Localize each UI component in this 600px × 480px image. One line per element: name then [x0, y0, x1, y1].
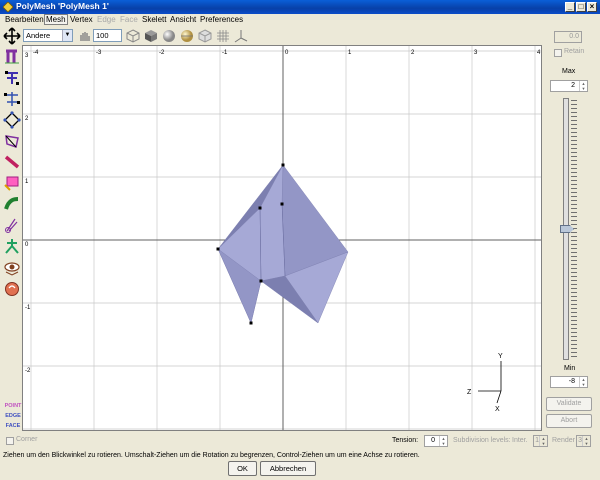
inter-spinner[interactable]: ▲ ▼ — [539, 436, 547, 446]
render-label: Render — [552, 437, 575, 444]
chevron-down-icon[interactable]: ▼ — [62, 30, 72, 41]
eraser-icon[interactable] — [3, 174, 21, 192]
axis-gizmo-label-z: Z — [467, 389, 472, 396]
smooth-sphere-icon[interactable] — [161, 28, 177, 44]
title-bar: PolyMesh 'PolyMesh 1' _ □ × — [0, 0, 600, 14]
axis-gizmo-label-y: Y — [498, 353, 503, 360]
mode-face[interactable]: FACE — [4, 423, 22, 429]
brush-icon[interactable] — [3, 216, 21, 234]
status-text: Ziehen um den Blickwinkel zu rotieren. U… — [3, 452, 420, 459]
menu-skelett[interactable]: Skelett — [142, 15, 166, 24]
retain-checkbox[interactable] — [554, 49, 562, 57]
x-tick-label: -2 — [159, 50, 165, 56]
mesh-viewport[interactable]: -4-3-2-1012343210-1-2-3YZX — [22, 45, 542, 431]
textured-sphere-icon[interactable] — [179, 28, 195, 44]
axis-gizmo-label-x: X — [495, 406, 500, 413]
mode-edge[interactable]: EDGE — [4, 413, 22, 419]
minimize-button[interactable]: _ — [565, 2, 575, 12]
y-tick-label: 1 — [25, 179, 29, 185]
max-spinner[interactable]: ▲ ▼ — [579, 81, 587, 91]
menu-preferences[interactable]: Preferences — [200, 15, 243, 24]
retain-label: Retain — [564, 48, 585, 55]
tension-value: 0 — [431, 437, 435, 444]
y-tick-label: 0 — [25, 242, 29, 248]
inter-field[interactable]: 1 ▲ ▼ — [533, 435, 548, 447]
tension-field[interactable]: 0 ▲ ▼ — [424, 435, 448, 447]
render-spinner[interactable]: ▲ ▼ — [582, 436, 590, 446]
menu-bearbeiten[interactable]: Bearbeiten — [5, 15, 44, 24]
camera-hand-icon[interactable] — [3, 279, 21, 297]
mesh-vertex — [249, 321, 253, 325]
y-tick-label: -1 — [25, 305, 31, 311]
scale-icon[interactable] — [3, 69, 21, 87]
zoom-field[interactable]: 100 — [93, 29, 122, 42]
transparent-cube-icon[interactable] — [197, 28, 213, 44]
min-value: -8 — [568, 378, 575, 385]
cancel-button[interactable]: Abbrechen — [260, 461, 316, 476]
menu-mesh[interactable]: Mesh — [44, 14, 68, 25]
pencil-icon[interactable] — [3, 153, 21, 171]
y-tick-label: -2 — [25, 368, 31, 374]
max-value: 2 — [571, 82, 575, 89]
window-title: PolyMesh 'PolyMesh 1' — [16, 1, 109, 11]
move-icon[interactable] — [3, 27, 21, 45]
skeleton-icon[interactable] — [3, 237, 21, 255]
maximize-button[interactable]: □ — [576, 2, 586, 12]
mesh-vertex — [259, 279, 263, 283]
bottom-options: Corner Tension: 0 ▲ ▼ Subdivision levels:… — [0, 434, 600, 450]
min-spinner[interactable]: ▲ ▼ — [579, 377, 587, 387]
menu-edge[interactable]: Edge — [97, 15, 116, 24]
paint-icon[interactable] — [3, 195, 21, 213]
subdivision-label: Subdivision levels: — [453, 437, 511, 444]
y-tick-label: 2 — [25, 116, 29, 122]
mesh-vertex — [280, 202, 284, 206]
inter-label: Inter. — [512, 437, 528, 444]
axes-icon[interactable] — [233, 28, 249, 44]
x-tick-label: -3 — [96, 50, 102, 56]
max-label: Max — [562, 68, 576, 75]
view-select-value: Andere — [26, 31, 51, 40]
view-select[interactable]: Andere ▼ — [23, 29, 73, 42]
axis-gizmo — [478, 361, 502, 404]
bevel-icon[interactable] — [3, 48, 21, 66]
min-label: Min — [564, 365, 576, 372]
menu-vertex[interactable]: Vertex — [70, 15, 93, 24]
corner-label: Corner — [16, 436, 38, 443]
validate-button[interactable]: Validate — [546, 397, 592, 411]
menu-ansicht[interactable]: Ansicht — [170, 15, 196, 24]
corner-checkbox[interactable] — [6, 437, 14, 445]
skew-icon[interactable] — [3, 111, 21, 129]
value-field: 0.0 — [554, 31, 582, 43]
move-view-icon[interactable] — [77, 28, 93, 44]
mode-point[interactable]: POINT — [4, 403, 22, 409]
y-tick-label: 3 — [25, 53, 29, 59]
rotate-icon[interactable] — [3, 90, 21, 108]
menu-face[interactable]: Face — [120, 15, 138, 24]
tool-palette: POINT EDGE FACE — [2, 26, 22, 431]
close-button[interactable]: × — [587, 2, 597, 12]
abort-button[interactable]: Abort — [546, 414, 592, 428]
x-tick-label: -1 — [222, 50, 228, 56]
ok-button[interactable]: OK — [228, 461, 257, 476]
mesh-vertex — [258, 206, 262, 210]
app-icon — [3, 2, 13, 12]
mesh-vertex — [216, 247, 220, 251]
wireframe-cube-icon[interactable] — [125, 28, 141, 44]
view-eye-icon[interactable] — [3, 258, 21, 276]
grid-icon[interactable] — [215, 28, 231, 44]
x-tick-label: -4 — [33, 50, 39, 56]
tension-spinner[interactable]: ▲ ▼ — [439, 436, 447, 446]
viewport-canvas[interactable]: -4-3-2-1012343210-1-2-3YZX — [23, 46, 541, 430]
view-toolbar: Andere ▼ 100 — [0, 26, 600, 46]
min-field[interactable]: -8 ▲ ▼ — [550, 376, 588, 388]
shaded-cube-icon[interactable] — [143, 28, 159, 44]
tension-label: Tension: — [392, 437, 419, 444]
menu-bar: Bearbeiten Mesh Vertex Edge Face Skelett… — [0, 14, 600, 26]
taper-icon[interactable] — [3, 132, 21, 150]
render-field[interactable]: 3 ▲ ▼ — [576, 435, 591, 447]
max-field[interactable]: 2 ▲ ▼ — [550, 80, 588, 92]
mesh-vertex — [281, 163, 285, 167]
